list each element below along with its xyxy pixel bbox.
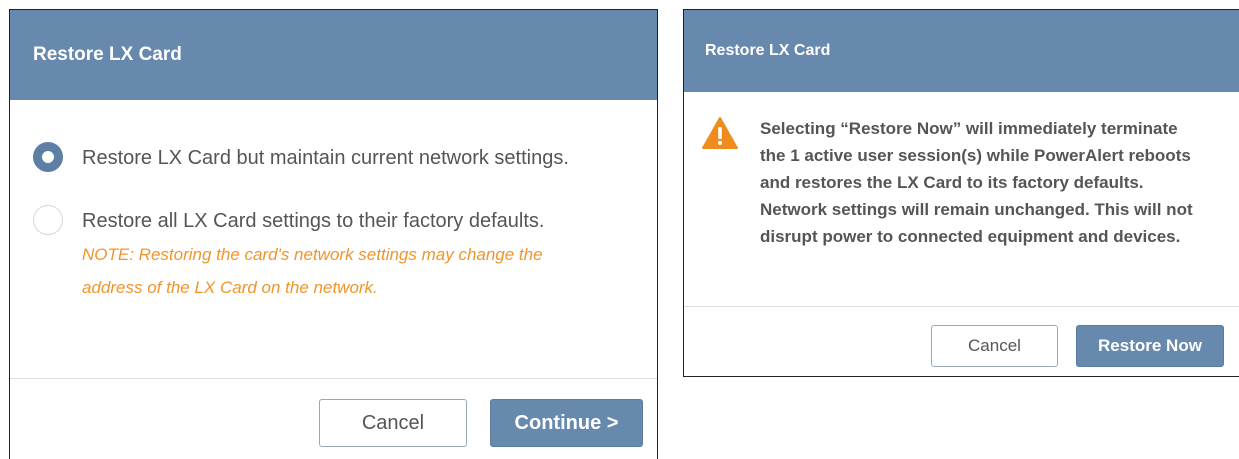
dialog-title: Restore LX Card	[705, 42, 831, 59]
dialog-header: Restore LX Card	[10, 10, 657, 100]
radio-option-factory-defaults[interactable]: Restore all LX Card settings to their fa…	[33, 205, 544, 304]
warning-line: the 1 active user session(s) while Power…	[760, 146, 1191, 165]
footer-divider	[10, 378, 657, 379]
warning-text: Selecting “Restore Now” will immediately…	[760, 115, 1230, 250]
radio-button-unchecked[interactable]	[33, 205, 63, 235]
radio-button-checked[interactable]	[33, 142, 63, 172]
note-line-1: NOTE: Restoring the card's network setti…	[82, 245, 543, 264]
footer-divider	[684, 306, 1239, 307]
warning-triangle-icon	[702, 117, 738, 149]
cancel-button[interactable]: Cancel	[931, 325, 1058, 367]
continue-button[interactable]: Continue >	[490, 399, 643, 447]
cancel-button[interactable]: Cancel	[319, 399, 467, 447]
restore-now-button[interactable]: Restore Now	[1076, 325, 1224, 367]
dialog-title: Restore LX Card	[33, 44, 182, 65]
dialog-header: Restore LX Card	[684, 10, 1239, 92]
note-line-2: address of the LX Card on the network.	[82, 278, 378, 297]
warning-line: Selecting “Restore Now” will immediately…	[760, 119, 1178, 138]
radio-option-label: Restore all LX Card settings to their fa…	[82, 210, 545, 232]
warning-line: and restores the LX Card to its factory …	[760, 173, 1144, 192]
radio-option-content: Restore all LX Card settings to their fa…	[63, 208, 544, 304]
radio-option-maintain-network[interactable]: Restore LX Card but maintain current net…	[33, 142, 569, 172]
network-note: NOTE: Restoring the card's network setti…	[82, 238, 544, 304]
radio-option-label: Restore LX Card but maintain current net…	[82, 147, 569, 169]
restore-confirm-dialog: Restore LX Card Selecting “Restore Now” …	[683, 9, 1239, 377]
warning-message: Selecting “Restore Now” will immediately…	[702, 115, 1230, 250]
warning-line: disrupt power to connected equipment and…	[760, 227, 1181, 246]
warning-line: Network settings will remain unchanged. …	[760, 200, 1193, 219]
restore-options-dialog: Restore LX Card Restore LX Card but main…	[9, 9, 658, 459]
